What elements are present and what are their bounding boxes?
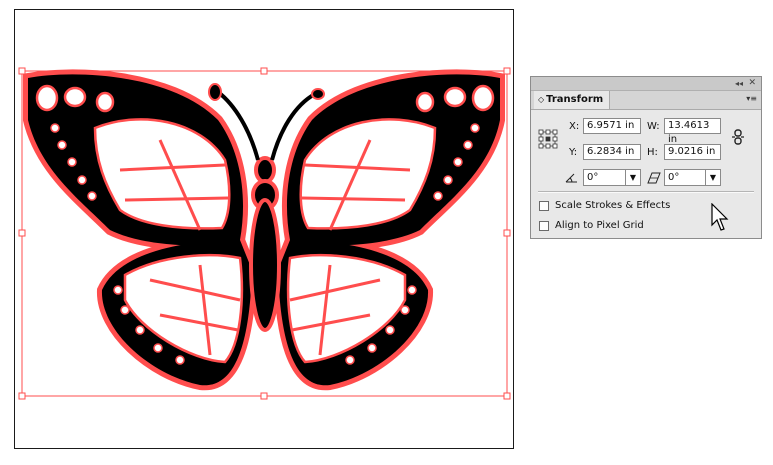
y-field[interactable]: 6.2834 in <box>583 144 641 160</box>
scale-strokes-option[interactable]: Scale Strokes & Effects <box>539 200 670 211</box>
shear-dropdown-arrow-icon[interactable]: ▼ <box>705 170 720 185</box>
butterfly-artwork[interactable] <box>0 0 530 465</box>
close-panel-icon[interactable]: ✕ <box>748 77 756 90</box>
rotate-icon <box>565 173 577 183</box>
antenna-tip-right <box>311 88 325 100</box>
panel-menu-icon[interactable]: ▾≡ <box>746 94 757 103</box>
scale-strokes-label: Scale Strokes & Effects <box>555 200 671 211</box>
panel-divider <box>538 191 754 193</box>
butterfly-body <box>249 156 281 332</box>
handle-bottom-left <box>18 392 26 400</box>
handle-top-left <box>18 67 26 75</box>
handle-bottom-center <box>260 392 268 400</box>
reference-point-icon[interactable] <box>538 129 558 149</box>
antenna-tip-left <box>208 83 222 101</box>
constrain-proportions-icon[interactable] <box>731 129 745 145</box>
shear-icon <box>647 172 661 184</box>
tab-transform[interactable]: ◇ Transform <box>534 91 611 109</box>
collapse-panel-icon[interactable]: ◂◂ <box>735 77 743 90</box>
x-field[interactable]: 6.9571 in <box>583 118 641 134</box>
handle-top-center <box>260 67 268 75</box>
mouse-cursor-icon <box>711 203 729 231</box>
shear-dropdown[interactable]: 0° ▼ <box>664 169 721 186</box>
shear-value: 0° <box>668 172 680 183</box>
rotate-value: 0° <box>587 172 599 183</box>
h-label: H: <box>647 147 658 158</box>
handle-top-right <box>503 67 511 75</box>
scale-strokes-checkbox[interactable] <box>539 200 549 211</box>
align-pixel-grid-label: Align to Pixel Grid <box>555 220 644 231</box>
w-label: W: <box>647 121 660 132</box>
h-field[interactable]: 9.0216 in <box>664 144 721 160</box>
align-pixel-grid-checkbox[interactable] <box>539 220 549 231</box>
handle-middle-right <box>503 229 511 237</box>
align-pixel-grid-option[interactable]: Align to Pixel Grid <box>539 220 644 231</box>
rotate-dropdown-arrow-icon[interactable]: ▼ <box>625 170 640 185</box>
y-label: Y: <box>569 147 578 158</box>
tab-transform-label: Transform <box>546 94 604 105</box>
rotate-dropdown[interactable]: 0° ▼ <box>583 169 641 186</box>
handle-bottom-right <box>503 392 511 400</box>
w-field[interactable]: 13.4613 in <box>664 118 721 145</box>
tab-options-icon: ◇ <box>538 95 545 104</box>
handle-middle-left <box>18 229 26 237</box>
x-label: X: <box>569 121 580 132</box>
panel-title-bar[interactable]: ◂◂ ✕ <box>531 77 761 91</box>
panel-tab-row: ◇ Transform ▾≡ <box>531 91 761 110</box>
